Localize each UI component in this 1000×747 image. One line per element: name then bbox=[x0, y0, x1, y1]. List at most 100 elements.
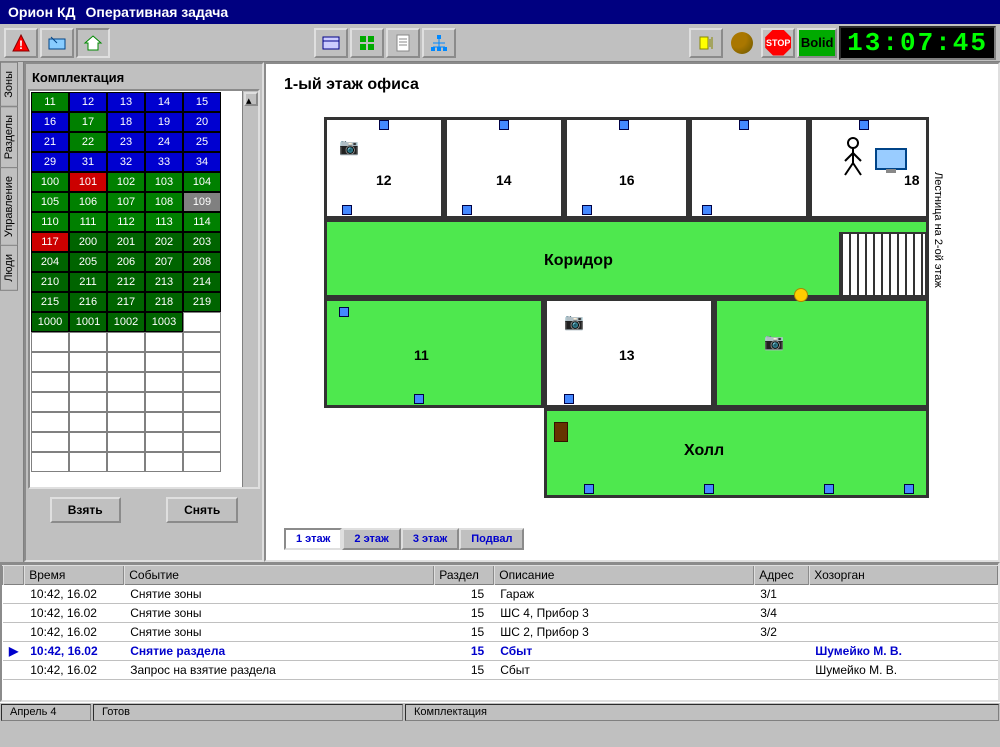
sensor-icon[interactable] bbox=[824, 484, 834, 494]
sensor-icon[interactable] bbox=[379, 120, 389, 130]
zone-cell-219[interactable]: 219 bbox=[183, 292, 221, 312]
zone-cell-204[interactable]: 204 bbox=[31, 252, 69, 272]
zone-cell-100[interactable]: 100 bbox=[31, 172, 69, 192]
zone-cell-31[interactable]: 31 bbox=[69, 152, 107, 172]
zone-cell-1000[interactable]: 1000 bbox=[31, 312, 69, 332]
zone-cell-208[interactable]: 208 bbox=[183, 252, 221, 272]
zone-cell-106[interactable]: 106 bbox=[69, 192, 107, 212]
zone-cell-29[interactable]: 29 bbox=[31, 152, 69, 172]
zone-cell-108[interactable]: 108 bbox=[145, 192, 183, 212]
tab-control[interactable]: Управление bbox=[0, 167, 18, 246]
camera-icon[interactable]: 📷 bbox=[764, 332, 784, 352]
arm-button[interactable]: Взять bbox=[50, 497, 121, 523]
zone-cell-101[interactable]: 101 bbox=[69, 172, 107, 192]
zone-cell-15[interactable]: 15 bbox=[183, 92, 221, 112]
col-owner[interactable]: Хозорган bbox=[809, 565, 997, 585]
zone-cell-213[interactable]: 213 bbox=[145, 272, 183, 292]
zone-cell-216[interactable]: 216 bbox=[69, 292, 107, 312]
zone-cell-211[interactable]: 211 bbox=[69, 272, 107, 292]
zone-cell-107[interactable]: 107 bbox=[107, 192, 145, 212]
sensor-icon[interactable] bbox=[564, 394, 574, 404]
zone-cell-24[interactable]: 24 bbox=[145, 132, 183, 152]
zone-cell-21[interactable]: 21 bbox=[31, 132, 69, 152]
zone-cell-111[interactable]: 111 bbox=[69, 212, 107, 232]
zone-cell-23[interactable]: 23 bbox=[107, 132, 145, 152]
alert-button[interactable]: ! bbox=[4, 28, 38, 58]
zone-cell-1001[interactable]: 1001 bbox=[69, 312, 107, 332]
sensor-icon[interactable] bbox=[739, 120, 749, 130]
zone-cell-17[interactable]: 17 bbox=[69, 112, 107, 132]
tab-floor-1[interactable]: 1 этаж bbox=[284, 528, 342, 550]
tab-floor-3[interactable]: 3 этаж bbox=[401, 528, 459, 550]
sensor-icon[interactable] bbox=[859, 120, 869, 130]
zone-cell-201[interactable]: 201 bbox=[107, 232, 145, 252]
zone-cell-214[interactable]: 214 bbox=[183, 272, 221, 292]
tab-basement[interactable]: Подвал bbox=[459, 528, 524, 550]
log-row[interactable]: 10:42, 16.02Запрос на взятие раздела15Сб… bbox=[3, 661, 998, 680]
zone-cell-103[interactable]: 103 bbox=[145, 172, 183, 192]
sensor-icon[interactable] bbox=[584, 484, 594, 494]
zone-cell-203[interactable]: 203 bbox=[183, 232, 221, 252]
zone-cell-109[interactable]: 109 bbox=[183, 192, 221, 212]
zone-cell-12[interactable]: 12 bbox=[69, 92, 107, 112]
camera-icon[interactable]: 📷 bbox=[564, 312, 584, 332]
scrollbar-vertical[interactable]: ▴ bbox=[242, 91, 258, 487]
tab-zones[interactable]: Зоны bbox=[0, 62, 18, 107]
zone-cell-215[interactable]: 215 bbox=[31, 292, 69, 312]
sensor-icon[interactable] bbox=[414, 394, 424, 404]
zone-cell-20[interactable]: 20 bbox=[183, 112, 221, 132]
zone-cell-206[interactable]: 206 bbox=[107, 252, 145, 272]
tab-partitions[interactable]: Разделы bbox=[0, 106, 18, 168]
home-button[interactable] bbox=[76, 28, 110, 58]
zone-cell-117[interactable]: 117 bbox=[31, 232, 69, 252]
zone-cell-114[interactable]: 114 bbox=[183, 212, 221, 232]
zone-cell-217[interactable]: 217 bbox=[107, 292, 145, 312]
zone-cell-14[interactable]: 14 bbox=[145, 92, 183, 112]
col-time[interactable]: Время bbox=[24, 565, 124, 585]
zone-cell-32[interactable]: 32 bbox=[107, 152, 145, 172]
zone-cell-11[interactable]: 11 bbox=[31, 92, 69, 112]
tab-floor-2[interactable]: 2 этаж bbox=[342, 528, 400, 550]
zone-cell-212[interactable]: 212 bbox=[107, 272, 145, 292]
log-row[interactable]: 10:42, 16.02Снятие зоны15ШС 2, Прибор 33… bbox=[3, 623, 998, 642]
zone-cell-112[interactable]: 112 bbox=[107, 212, 145, 232]
log-row[interactable]: 10:42, 16.02Снятие зоны15ШС 4, Прибор 33… bbox=[3, 604, 998, 623]
zone-cell-1002[interactable]: 1002 bbox=[107, 312, 145, 332]
camera-icon[interactable]: 📷 bbox=[339, 137, 359, 157]
col-addr[interactable]: Адрес bbox=[754, 565, 809, 585]
grid-button[interactable] bbox=[350, 28, 384, 58]
network-button[interactable] bbox=[422, 28, 456, 58]
zone-cell-33[interactable]: 33 bbox=[145, 152, 183, 172]
zone-cell-25[interactable]: 25 bbox=[183, 132, 221, 152]
zone-cell-104[interactable]: 104 bbox=[183, 172, 221, 192]
disarm-button[interactable]: Снять bbox=[166, 497, 238, 523]
col-section[interactable]: Раздел bbox=[434, 565, 494, 585]
zone-cell-22[interactable]: 22 bbox=[69, 132, 107, 152]
door-icon[interactable] bbox=[554, 422, 568, 442]
sensor-icon[interactable] bbox=[904, 484, 914, 494]
zone-cell-34[interactable]: 34 bbox=[183, 152, 221, 172]
zone-cell-18[interactable]: 18 bbox=[107, 112, 145, 132]
zone-cell-113[interactable]: 113 bbox=[145, 212, 183, 232]
sensor-icon[interactable] bbox=[342, 205, 352, 215]
zone-cell-202[interactable]: 202 bbox=[145, 232, 183, 252]
zone-cell-207[interactable]: 207 bbox=[145, 252, 183, 272]
zone-cell-19[interactable]: 19 bbox=[145, 112, 183, 132]
col-desc[interactable]: Описание bbox=[494, 565, 754, 585]
tab-people[interactable]: Люди bbox=[0, 245, 18, 291]
zone-cell-205[interactable]: 205 bbox=[69, 252, 107, 272]
sensor-icon[interactable] bbox=[582, 205, 592, 215]
zone-cell-218[interactable]: 218 bbox=[145, 292, 183, 312]
zone-cell-105[interactable]: 105 bbox=[31, 192, 69, 212]
zone-cell-210[interactable]: 210 bbox=[31, 272, 69, 292]
card-button[interactable] bbox=[314, 28, 348, 58]
map-button[interactable] bbox=[40, 28, 74, 58]
sensor-icon[interactable] bbox=[704, 484, 714, 494]
sound-button[interactable] bbox=[689, 28, 723, 58]
scroll-up-icon[interactable]: ▴ bbox=[244, 92, 258, 106]
zone-cell-110[interactable]: 110 bbox=[31, 212, 69, 232]
log-row[interactable]: 10:42, 16.02Снятие зоны15Гараж3/1 bbox=[3, 585, 998, 604]
zone-cell-200[interactable]: 200 bbox=[69, 232, 107, 252]
sensor-icon[interactable] bbox=[499, 120, 509, 130]
report-button[interactable] bbox=[386, 28, 420, 58]
